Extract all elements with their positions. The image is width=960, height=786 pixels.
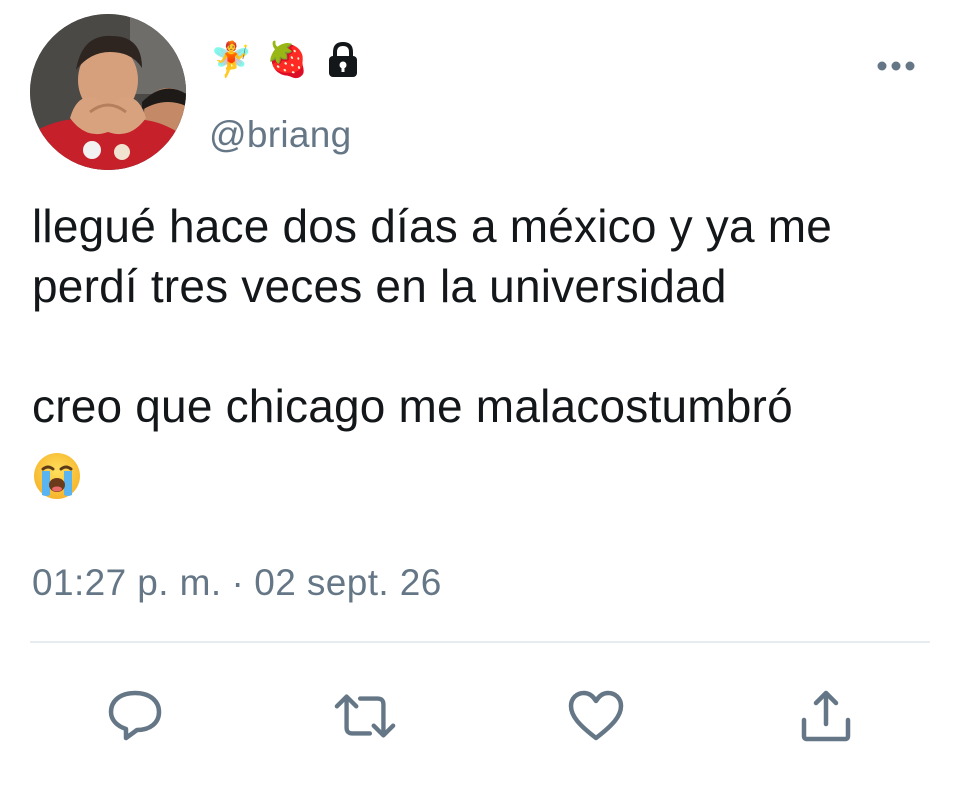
share-button[interactable] — [794, 684, 858, 748]
avatar[interactable] — [30, 14, 186, 170]
strawberry-emoji-icon: 🍓 — [266, 40, 309, 80]
tweet-timestamp[interactable]: 01:27 p. m. · 02 sept. 26 — [32, 562, 442, 604]
reply-button[interactable] — [103, 684, 167, 748]
retweet-icon — [334, 694, 396, 738]
like-button[interactable] — [564, 684, 628, 748]
tweet-text: llegué hace dos días a méxico y ya me pe… — [32, 196, 944, 436]
tweet-paragraph: llegué hace dos días a méxico y ya me pe… — [32, 200, 833, 312]
tweet-time: 01:27 p. m. — [32, 562, 222, 603]
fairy-emoji-icon: 🧚 — [210, 40, 253, 80]
loudly-crying-face-emoji-icon — [32, 451, 86, 505]
display-name-row: 🧚 🍓 — [210, 38, 363, 82]
user-handle[interactable]: @briang — [209, 114, 352, 156]
avatar-photo — [30, 14, 186, 170]
tweet-card: 🧚 🍓 @briang llegué hace dos días a méxic… — [0, 0, 960, 786]
share-icon — [801, 690, 851, 742]
tweet-paragraph: creo que chicago me malacostumbró — [32, 380, 793, 432]
timestamp-separator: · — [231, 562, 245, 603]
reply-icon — [108, 690, 162, 741]
tweet-date: 02 sept. 26 — [254, 562, 442, 603]
heart-icon — [568, 690, 624, 741]
divider — [30, 641, 930, 643]
more-options-icon[interactable] — [868, 48, 924, 84]
retweet-button[interactable] — [333, 684, 397, 748]
lock-icon — [323, 38, 363, 82]
